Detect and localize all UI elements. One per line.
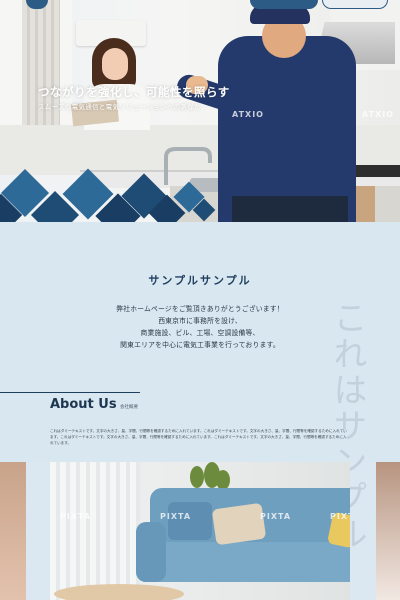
curtain xyxy=(50,462,140,600)
intro-line: 弊社ホームページをご覧頂きありがとうございます！ xyxy=(116,305,284,313)
sofa-arm xyxy=(136,522,166,582)
nav-pill[interactable] xyxy=(322,0,388,9)
watermark: PIXTA xyxy=(330,512,350,521)
hero-image: ATXIO ATXIO つながりを強化し、可能性を照らす スムーズな電気通信と電… xyxy=(0,0,400,222)
woman-face xyxy=(102,48,128,80)
watermark: ATXIO xyxy=(362,110,394,119)
cushion xyxy=(211,502,267,546)
intro-line: 商業施設、ビル、工場、空調設備等、 xyxy=(140,329,260,337)
watermark: PIXTA xyxy=(260,512,292,521)
side-photo-left xyxy=(0,462,26,600)
plant-leaf xyxy=(190,466,204,488)
about-divider xyxy=(0,392,140,393)
sofa-seat xyxy=(136,542,350,582)
about-subtitle: 会社概要 xyxy=(120,405,138,410)
about-body: これはダミーテキストです。文字の大きさ、量、字間、行間等を確認するために入れてい… xyxy=(50,429,347,445)
about-title: About Us xyxy=(50,397,117,412)
plant-leaf xyxy=(216,470,230,490)
coffee-table xyxy=(54,584,184,600)
faucet xyxy=(164,147,212,185)
watermark: PIXTA xyxy=(160,512,192,521)
watermark: PIXTA xyxy=(60,512,92,521)
living-room-photo: PIXTA PIXTA PIXTA PIXTA xyxy=(50,462,350,600)
hero-subtitle: スムーズな電気通信と電気ソリューションへのあなた xyxy=(38,103,201,111)
intro-line: 西東京市に事務所を設け、 xyxy=(158,317,242,325)
section-title: サンプルサンプル xyxy=(148,274,252,287)
watermark: ATXIO xyxy=(232,110,264,119)
cushion xyxy=(168,502,212,540)
worker-pants xyxy=(232,196,348,222)
side-photo-right xyxy=(376,462,400,600)
nav-pill[interactable] xyxy=(250,0,318,9)
intro-line: 関東エリアを中心に電気工事業を行っております。 xyxy=(120,341,280,349)
worker-body xyxy=(218,36,356,222)
hero-title: つながりを強化し、可能性を照らす xyxy=(38,85,230,99)
